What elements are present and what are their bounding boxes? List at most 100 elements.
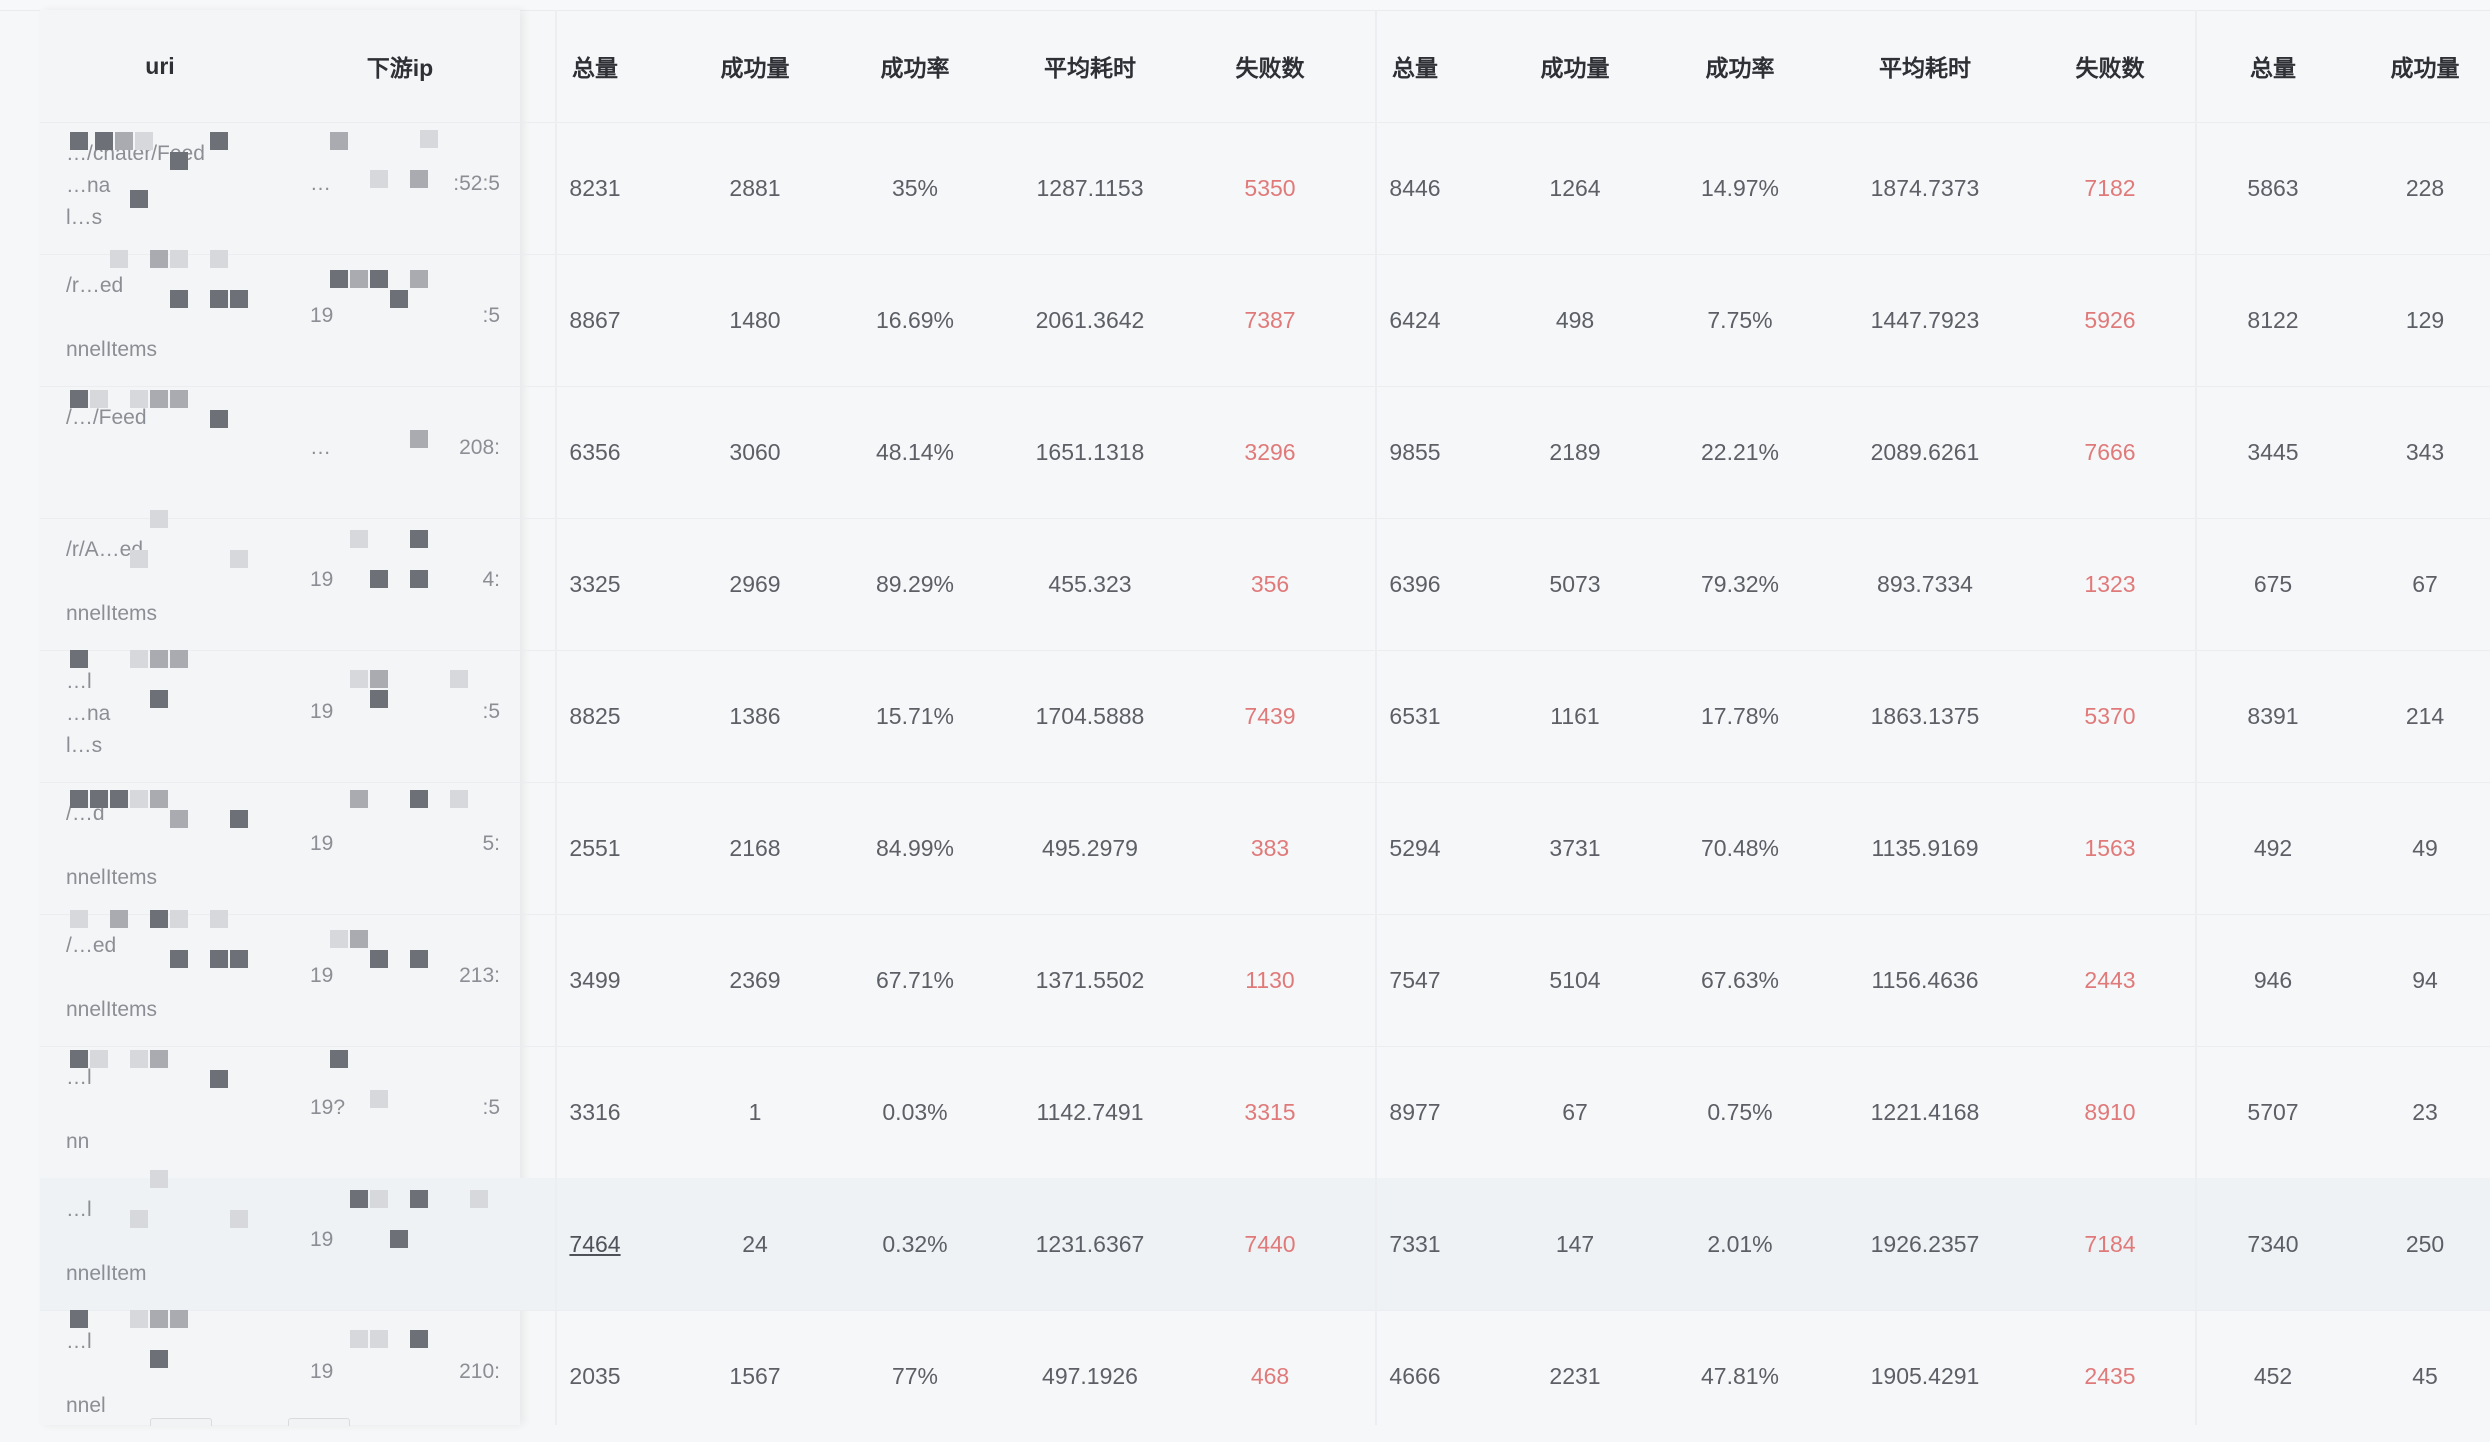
column-header-g1-2[interactable]: 成功率 — [840, 10, 990, 122]
g2-success-count-cell: 5104 — [1549, 966, 1601, 993]
g1-success-count-cell: 1480 — [729, 306, 781, 333]
g2-total-cell: 8446 — [1389, 174, 1441, 201]
table-row[interactable]: …/chater/Feed …na l…s…:52:5 8231 2881 35% 1287… — [0, 122, 2490, 254]
redaction-block — [150, 690, 168, 708]
uri-fragment: …l — [66, 1066, 92, 1089]
redaction-block — [210, 250, 228, 268]
column-header-g2-1[interactable]: 成功量 — [1500, 10, 1650, 122]
g3-total-cell: 675 — [2253, 570, 2293, 597]
redaction-block — [70, 132, 88, 150]
redaction-block — [150, 250, 168, 268]
g1-success-count-cell: 3060 — [729, 438, 781, 465]
column-header-g2-2[interactable]: 成功率 — [1665, 10, 1815, 122]
column-header-g1-1[interactable]: 成功量 — [680, 10, 830, 122]
table-row[interactable]: /…ed nnelItems 19 213: 3499 2369 67.71% 1371.55… — [0, 914, 2490, 1046]
uri-fragment: nnelItems — [66, 998, 158, 1021]
g3-total-cell: 5863 — [2247, 174, 2299, 201]
g3-success-count-cell: 343 — [2405, 438, 2445, 465]
redaction-block — [370, 1090, 388, 1108]
g2-success-count-cell: 1161 — [1550, 702, 1600, 729]
redaction-block — [370, 690, 388, 708]
g1-success-rate-cell: 48.14% — [875, 438, 954, 465]
redaction-block — [110, 790, 128, 808]
g1-avg-latency-cell: 1371.5502 — [1035, 966, 1145, 993]
redaction-block — [410, 1330, 428, 1348]
g3-success-count-cell: 94 — [2412, 966, 2438, 993]
redaction-block — [150, 910, 168, 928]
redaction-block — [130, 650, 148, 668]
g2-success-count-cell: 1264 — [1549, 174, 1601, 201]
redaction-block — [130, 390, 148, 408]
g1-total-cell: 3316 — [569, 1098, 621, 1125]
g2-success-count-cell: 498 — [1555, 306, 1595, 333]
g1-avg-latency-cell: 455.323 — [1048, 570, 1132, 597]
g3-total-cell: 8391 — [2247, 702, 2299, 729]
uri-fragment: l…s — [66, 734, 103, 757]
redaction-block — [70, 1050, 88, 1068]
g2-success-count-cell: 2231 — [1549, 1362, 1601, 1389]
table-row[interactable]: /…d nnelItems 19 5: 2551 2168 84.99% 495.2979 38… — [0, 782, 2490, 914]
redaction-block — [70, 650, 88, 668]
g1-total-cell: 8825 — [569, 702, 621, 729]
redaction-block — [410, 270, 428, 288]
redaction-block — [330, 270, 348, 288]
uri-fragment: …na — [66, 702, 111, 725]
redaction-block — [210, 290, 228, 308]
uri-fragment: /…ed — [66, 934, 117, 957]
ip-fragment: 210: — [459, 1360, 500, 1383]
column-header-g3-1[interactable]: 成功量 — [2350, 10, 2490, 122]
g2-fail-count-cell: 2435 — [2084, 1362, 2136, 1389]
g1-success-count-cell: 1 — [748, 1098, 762, 1125]
g2-fail-count-cell: 7666 — [2084, 438, 2136, 465]
table-row[interactable]: …l nn 19?:5 3316 1 0.03% 1142.7491 3315 8977 67 0.… — [0, 1046, 2490, 1178]
g2-success-rate-cell: 70.48% — [1700, 834, 1779, 861]
redaction-block — [95, 132, 113, 150]
g2-success-rate-cell: 17.78% — [1700, 702, 1779, 729]
redaction-block — [150, 510, 168, 528]
g1-total-link[interactable]: 7464 — [510, 1178, 680, 1310]
g2-success-count-cell: 147 — [1555, 1230, 1595, 1257]
redaction-block — [420, 130, 438, 148]
g2-fail-count-cell: 8910 — [2084, 1098, 2136, 1125]
g3-success-count-cell: 250 — [2405, 1230, 2445, 1257]
column-header-g2-0[interactable]: 总量 — [1340, 10, 1490, 122]
g1-total-cell: 6356 — [569, 438, 621, 465]
column-header-g1-4[interactable]: 失败数 — [1195, 10, 1345, 122]
g3-success-count-cell: 23 — [2412, 1098, 2438, 1125]
ip-fragment: :5 — [482, 700, 500, 723]
redaction-block — [410, 170, 428, 188]
g2-avg-latency-cell: 1874.7373 — [1870, 174, 1980, 201]
g1-avg-latency-cell: 497.1926 — [1042, 1362, 1138, 1389]
g1-avg-latency-cell: 495.2979 — [1042, 834, 1138, 861]
column-header-g2-3[interactable]: 平均耗时 — [1850, 10, 2000, 122]
uri-fragment: nnelItems — [66, 866, 158, 889]
redaction-block — [390, 290, 408, 308]
redaction-block — [230, 290, 248, 308]
data-table: uri 下游ip 总量 成功量 成功率 平均耗时 失败数 总量 成功量 成功率 平均耗时 失败数 总量成… — [0, 10, 2490, 1425]
ip-fragment: 19 — [310, 700, 334, 723]
redaction-block — [170, 650, 188, 668]
g2-success-rate-cell: 47.81% — [1700, 1362, 1779, 1389]
column-header-g1-0[interactable]: 总量 — [520, 10, 670, 122]
redaction-block — [70, 1310, 88, 1328]
uri-cell: …l …na l…s — [60, 650, 290, 782]
column-header-uri[interactable]: uri — [80, 10, 240, 122]
g1-success-rate-cell: 16.69% — [875, 306, 954, 333]
g2-fail-count-cell: 7182 — [2084, 174, 2136, 201]
g2-total-cell: 6396 — [1389, 570, 1441, 597]
column-header-downstream-ip[interactable]: 下游ip — [320, 10, 480, 122]
table-row[interactable]: /…/Feed… 208: 6356 3060 48.14% 1651.1318 3296 9… — [0, 386, 2490, 518]
column-header-g3-0[interactable]: 总量 — [2198, 10, 2348, 122]
g3-total-cell: 492 — [2253, 834, 2293, 861]
redaction-block — [130, 550, 148, 568]
redaction-block — [130, 190, 148, 208]
downstream-ip-cell: … 208: — [300, 386, 510, 518]
redaction-block — [150, 1050, 168, 1068]
ip-fragment: 19 — [310, 568, 334, 591]
column-header-g1-3[interactable]: 平均耗时 — [1015, 10, 1165, 122]
g1-avg-latency-cell: 1651.1318 — [1035, 438, 1145, 465]
column-header-g2-4[interactable]: 失败数 — [2035, 10, 2185, 122]
g2-total-cell: 4666 — [1389, 1362, 1441, 1389]
g3-success-count-cell: 129 — [2405, 306, 2445, 333]
redaction-block — [450, 790, 468, 808]
